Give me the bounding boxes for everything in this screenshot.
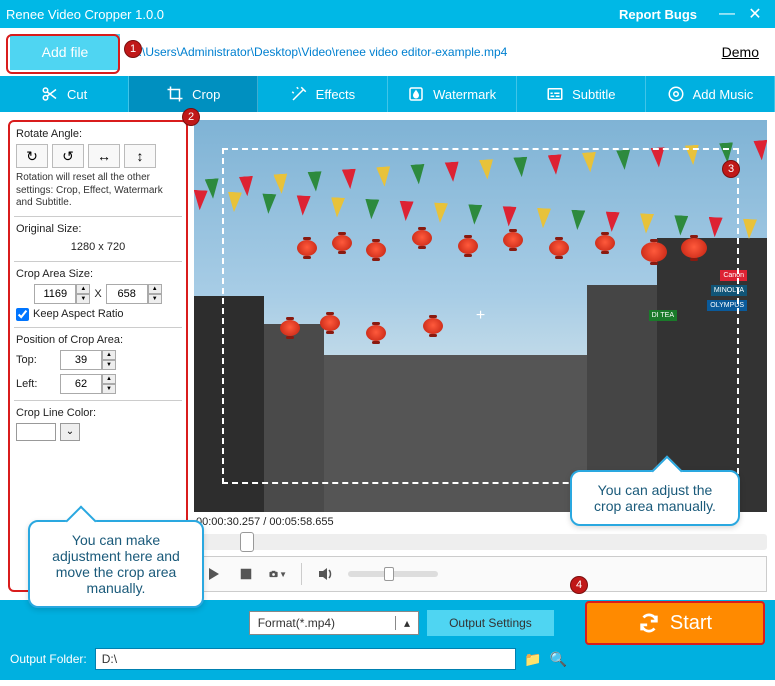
position-label: Position of Crop Area: (16, 334, 180, 346)
callout-crop-area: You can adjust the crop area manually. (570, 470, 740, 526)
seek-bar[interactable] (194, 534, 767, 550)
up-arrow-icon[interactable]: ▲ (148, 284, 162, 294)
tab-label: Watermark (433, 87, 496, 102)
volume-thumb[interactable] (384, 567, 394, 581)
start-label: Start (670, 612, 712, 635)
left-stepper[interactable]: ▲▼ (60, 374, 116, 394)
original-size-value: 1280 x 720 (16, 239, 180, 255)
bottom-bar: Output Format: Format(*.mp4) ▴ Output Se… (0, 600, 775, 680)
tab-label: Effects (316, 87, 356, 102)
droplet-icon (407, 85, 425, 103)
top-bar: Add file C:\Users\Administrator\Desktop\… (0, 28, 775, 76)
crop-height-stepper[interactable]: ▲▼ (106, 284, 162, 304)
seek-thumb[interactable] (240, 532, 254, 552)
crop-icon (166, 85, 184, 103)
tab-label: Crop (192, 87, 220, 102)
rotate-note: Rotation will reset all the other settin… (16, 172, 180, 210)
volume-slider[interactable] (348, 571, 438, 577)
play-button[interactable] (205, 565, 223, 583)
down-arrow-icon[interactable]: ▼ (148, 294, 162, 304)
tab-label: Cut (67, 87, 87, 102)
file-path: C:\Users\Administrator\Desktop\Video\ren… (120, 45, 722, 59)
wand-icon (290, 85, 308, 103)
tab-cut[interactable]: Cut (0, 76, 129, 112)
start-button[interactable]: Start (585, 601, 765, 645)
folder-icon[interactable]: 📁 (524, 651, 541, 668)
down-arrow-icon[interactable]: ▼ (102, 360, 116, 370)
output-folder-label: Output Folder: (10, 652, 87, 666)
chevron-up-icon[interactable]: ▴ (395, 616, 410, 630)
tab-effects[interactable]: Effects (258, 76, 387, 112)
format-value: Format(*.mp4) (258, 616, 335, 630)
top-input[interactable] (60, 350, 102, 370)
rotate-cw-button[interactable]: ↻ (16, 144, 48, 168)
close-button[interactable]: ✕ (741, 4, 769, 24)
crop-line-color-dropdown[interactable]: ⌄ (60, 423, 80, 441)
up-arrow-icon[interactable]: ▲ (76, 284, 90, 294)
demo-link[interactable]: Demo (722, 44, 765, 60)
keep-aspect-checkbox[interactable] (16, 308, 29, 321)
crosshair-icon: + (476, 307, 485, 325)
snapshot-button[interactable]: ▼ (269, 565, 287, 583)
original-size-label: Original Size: (16, 223, 180, 235)
tab-subtitle[interactable]: Subtitle (517, 76, 646, 112)
tab-crop[interactable]: Crop (129, 76, 258, 112)
tab-label: Subtitle (572, 87, 615, 102)
crop-line-color-swatch (16, 423, 56, 441)
subtitle-icon (546, 85, 564, 103)
up-arrow-icon[interactable]: ▲ (102, 350, 116, 360)
top-label: Top: (16, 354, 52, 366)
tab-watermark[interactable]: Watermark (388, 76, 517, 112)
minimize-button[interactable]: — (713, 5, 741, 23)
crop-area-size-label: Crop Area Size: (16, 268, 180, 280)
scissors-icon (41, 85, 59, 103)
tab-label: Add Music (693, 87, 754, 102)
refresh-icon (638, 612, 660, 634)
down-arrow-icon[interactable]: ▼ (102, 384, 116, 394)
left-input[interactable] (60, 374, 102, 394)
crop-selection[interactable]: + (222, 148, 739, 484)
flip-horizontal-button[interactable]: ↔ (88, 144, 120, 168)
crop-width-stepper[interactable]: ▲▼ (34, 284, 90, 304)
video-preview[interactable]: Canon MINOLTA OLYMPUS DI TEA + (194, 120, 767, 512)
crop-width-input[interactable] (34, 284, 76, 304)
search-icon[interactable]: 🔍 (550, 651, 567, 668)
window-title: Renee Video Cropper 1.0.0 (6, 7, 619, 22)
stop-button[interactable] (237, 565, 255, 583)
report-bugs-link[interactable]: Report Bugs (619, 7, 697, 22)
rotate-angle-label: Rotate Angle: (16, 128, 180, 140)
annotation-marker-4: 4 (570, 576, 588, 594)
tab-add-music[interactable]: Add Music (646, 76, 775, 112)
callout-side-panel: You can make adjustment here and move th… (28, 520, 204, 608)
flip-vertical-button[interactable]: ↕ (124, 144, 156, 168)
annotation-marker-2: 2 (182, 108, 200, 126)
output-settings-button[interactable]: Output Settings (427, 610, 554, 636)
crop-height-input[interactable] (106, 284, 148, 304)
output-folder-input[interactable] (95, 648, 516, 670)
left-label: Left: (16, 378, 52, 390)
music-icon (667, 85, 685, 103)
x-separator: X (94, 288, 101, 300)
output-format-select[interactable]: Format(*.mp4) ▴ (249, 611, 419, 635)
top-stepper[interactable]: ▲▼ (60, 350, 116, 370)
crop-line-color-label: Crop Line Color: (16, 407, 180, 419)
up-arrow-icon[interactable]: ▲ (102, 374, 116, 384)
title-bar: Renee Video Cropper 1.0.0 Report Bugs — … (0, 0, 775, 28)
rotate-ccw-button[interactable]: ↺ (52, 144, 84, 168)
tab-bar: Cut Crop Effects Watermark Subtitle Add … (0, 76, 775, 112)
annotation-marker-1: 1 (124, 40, 142, 58)
mute-button[interactable] (316, 565, 334, 583)
player-controls: ▼ (194, 556, 767, 592)
down-arrow-icon[interactable]: ▼ (76, 294, 90, 304)
add-file-button[interactable]: Add file (10, 34, 120, 70)
annotation-marker-3: 3 (722, 160, 740, 178)
keep-aspect-label: Keep Aspect Ratio (33, 308, 124, 320)
